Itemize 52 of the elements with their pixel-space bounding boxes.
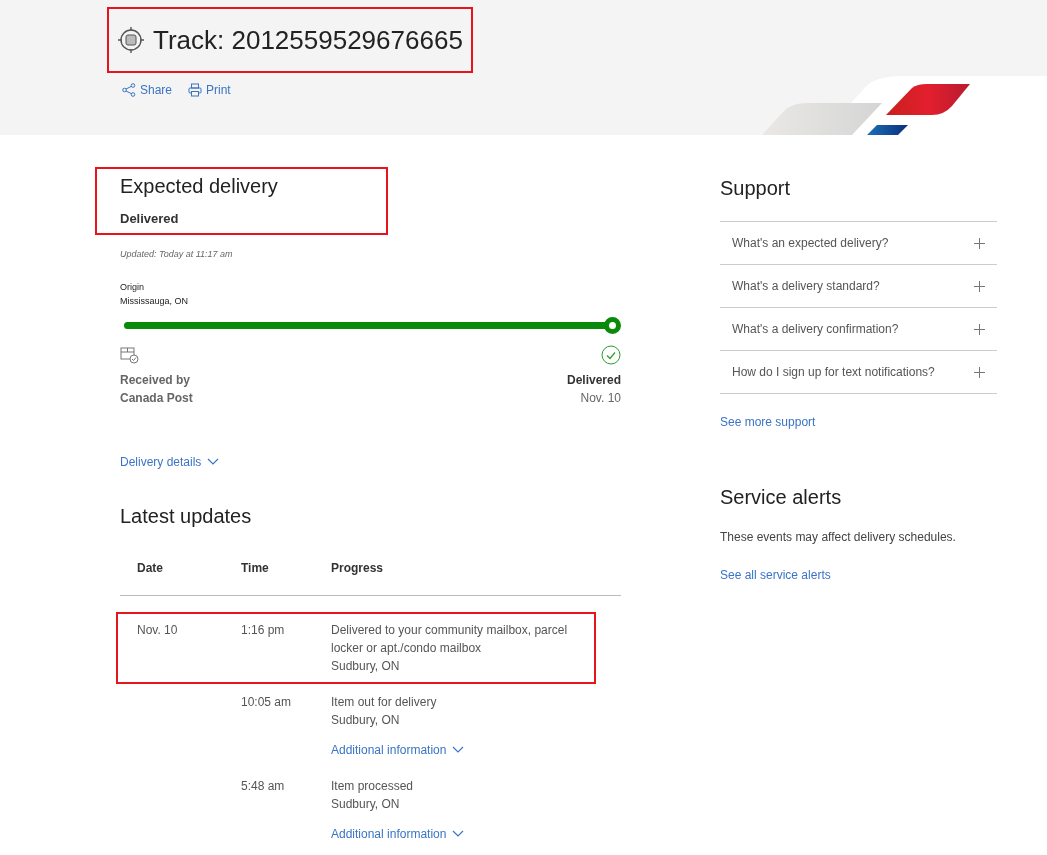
progress-text: Delivered to your community mailbox, parcel locker or apt./condo mailbox <box>331 622 569 657</box>
see-more-support-link[interactable]: See more support <box>720 413 816 431</box>
time-cell-text: 1:16 pm <box>241 622 286 639</box>
page-title: Track: 2012559529676665 <box>153 23 463 57</box>
faq-question: What's a delivery standard? <box>732 278 880 295</box>
faq-item[interactable]: What's an expected delivery? <box>720 221 997 264</box>
chevron-down-icon <box>452 830 465 838</box>
time-cell-text: 5:48 am <box>241 778 286 795</box>
check-circle-icon <box>601 345 621 365</box>
column-header: Date <box>137 560 164 577</box>
additional-info-link[interactable]: Additional information <box>331 741 465 759</box>
location-text: Sudbury, ON <box>331 712 401 729</box>
faq-question: How do I sign up for text notifications? <box>732 364 935 381</box>
share-link[interactable]: Share <box>122 81 173 99</box>
time-cell-text: 10:05 am <box>241 694 293 711</box>
section-heading: Service alerts <box>720 485 843 510</box>
date-cell-text: Nov. 10 <box>137 622 179 639</box>
column-header: Progress <box>331 560 385 577</box>
faq-question: What's a delivery confirmation? <box>732 321 899 338</box>
origin-status: Received by Canada Post <box>120 372 193 407</box>
section-heading: Latest updates <box>120 504 253 529</box>
delivery-status: Delivered <box>120 210 180 228</box>
location-text: Sudbury, ON <box>331 796 401 813</box>
faq-question: What's an expected delivery? <box>732 235 889 252</box>
column-header: Time <box>241 560 270 577</box>
section-heading: Support <box>720 176 792 201</box>
updated-text: Updated: Today at 11:17 am <box>120 247 234 261</box>
faq-item[interactable]: What's a delivery standard? <box>720 264 997 307</box>
service-alerts-link[interactable]: See all service alerts <box>720 566 831 584</box>
package-icon <box>120 345 139 364</box>
progress-text: Item processed <box>331 778 415 795</box>
delivery-details-link[interactable]: Delivery details <box>120 453 220 471</box>
section-heading: Expected delivery <box>120 174 278 199</box>
plus-icon <box>974 237 985 249</box>
delivered-status: Delivered <box>566 372 621 389</box>
location-text: Sudbury, ON <box>331 658 401 675</box>
print-icon <box>188 83 203 97</box>
share-icon <box>122 83 136 97</box>
origin-label: Origin <box>120 281 145 294</box>
faq-item[interactable]: What's a delivery confirmation? <box>720 307 997 350</box>
chevron-down-icon <box>452 746 465 754</box>
target-icon <box>117 26 145 54</box>
plus-icon <box>974 366 985 378</box>
alerts-text: These events may affect delivery schedules. <box>720 529 957 546</box>
additional-info-link[interactable]: Additional information <box>331 825 465 843</box>
print-link[interactable]: Print <box>188 81 231 99</box>
plus-icon <box>974 323 985 335</box>
progress-text: Item out for delivery <box>331 694 438 711</box>
plus-icon <box>974 280 985 292</box>
origin-place: Mississauga, ON <box>120 294 190 308</box>
faq-item[interactable]: How do I sign up for text notifications? <box>720 350 997 393</box>
delivered-date: Nov. 10 <box>579 390 621 407</box>
